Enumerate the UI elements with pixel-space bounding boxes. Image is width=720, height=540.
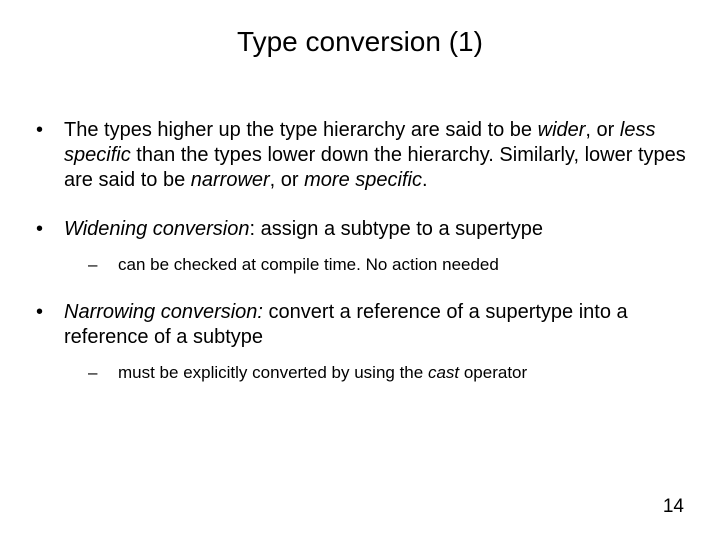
emph-cast: cast [428, 363, 459, 382]
text: . [422, 169, 428, 191]
bullet-item-3: Narrowing conversion: convert a referenc… [30, 300, 690, 384]
sub-list: must be explicitly converted by using th… [64, 362, 690, 384]
sub-bullet-item: must be explicitly converted by using th… [64, 362, 690, 384]
emph-wider: wider [538, 119, 586, 141]
page-number: 14 [663, 496, 684, 518]
slide-title: Type conversion (1) [0, 26, 720, 58]
text: , or [270, 169, 304, 191]
emph-narrowing: Narrowing conversion: [64, 301, 263, 323]
text: must be explicitly converted by using th… [118, 363, 428, 382]
emph-narrower: narrower [191, 169, 270, 191]
text: can be checked at compile time. No actio… [118, 255, 499, 274]
emph-more-specific: more specific [304, 169, 422, 191]
emph-widening: Widening conversion [64, 218, 249, 240]
sub-list: can be checked at compile time. No actio… [64, 254, 690, 276]
slide-body: The types higher up the type hierarchy a… [30, 118, 690, 408]
bullet-list: The types higher up the type hierarchy a… [30, 118, 690, 384]
text: : assign a subtype to a supertype [249, 218, 543, 240]
slide: Type conversion (1) The types higher up … [0, 0, 720, 540]
bullet-item-2: Widening conversion: assign a subtype to… [30, 217, 690, 276]
text: The types higher up the type hierarchy a… [64, 119, 538, 141]
sub-bullet-item: can be checked at compile time. No actio… [64, 254, 690, 276]
text: , or [585, 119, 619, 141]
text: operator [459, 363, 527, 382]
bullet-item-1: The types higher up the type hierarchy a… [30, 118, 690, 193]
